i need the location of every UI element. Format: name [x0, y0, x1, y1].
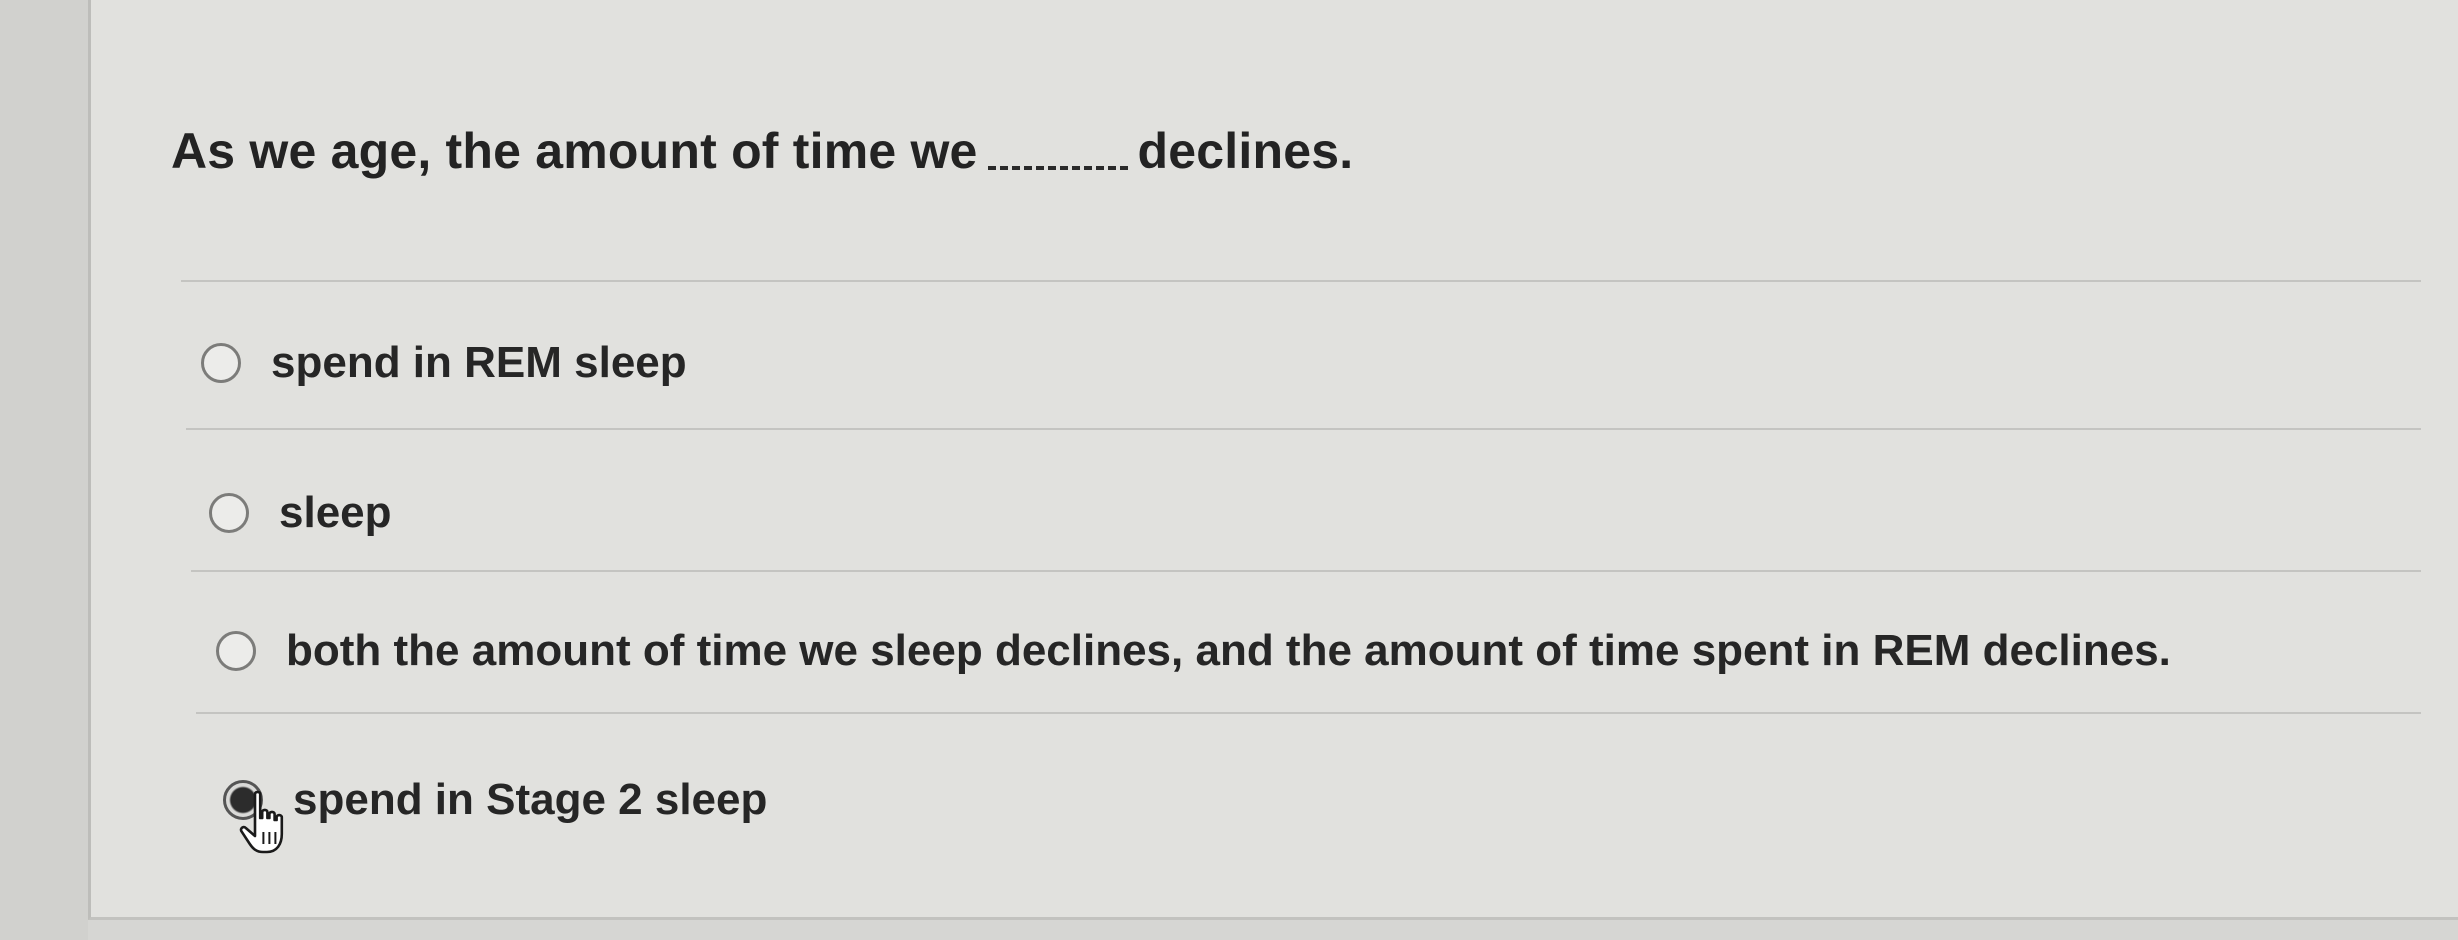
- option-3-label: both the amount of time we sleep decline…: [286, 626, 2171, 675]
- question-text: As we age, the amount of time we declines…: [171, 122, 1353, 180]
- divider: [181, 280, 2421, 282]
- divider: [186, 428, 2421, 430]
- option-2[interactable]: sleep: [209, 488, 392, 538]
- option-4-label: spend in Stage 2 sleep: [293, 775, 768, 824]
- option-1[interactable]: spend in REM sleep: [201, 338, 687, 388]
- option-3-radio[interactable]: [216, 631, 256, 671]
- question-prefix: As we age, the amount of time we: [171, 123, 978, 179]
- option-3[interactable]: both the amount of time we sleep decline…: [216, 626, 2171, 676]
- hand-pointer-icon: [239, 790, 284, 854]
- option-1-radio[interactable]: [201, 343, 241, 383]
- question-card: As we age, the amount of time we declines…: [88, 0, 2458, 920]
- question-suffix: declines.: [1137, 123, 1354, 179]
- option-1-label: spend in REM sleep: [271, 338, 687, 387]
- option-2-label: sleep: [279, 488, 392, 537]
- divider: [196, 712, 2421, 714]
- divider: [191, 570, 2421, 572]
- option-2-radio[interactable]: [209, 493, 249, 533]
- answer-blank: [987, 166, 1128, 170]
- page-margin: [0, 0, 88, 940]
- option-4[interactable]: spend in Stage 2 sleep: [223, 775, 767, 825]
